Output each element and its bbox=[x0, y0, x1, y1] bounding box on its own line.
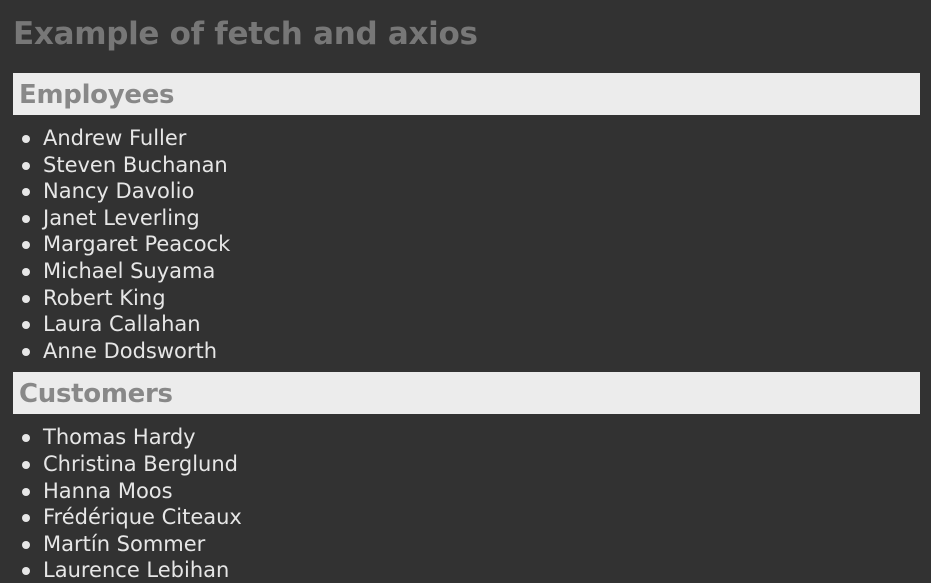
list-item: Laurence Lebihan bbox=[13, 557, 920, 583]
list-item-label: Frédérique Citeaux bbox=[43, 505, 242, 530]
list-item-label: Janet Leverling bbox=[43, 205, 200, 230]
list-item: Martín Sommer bbox=[13, 531, 920, 558]
bullet-icon bbox=[22, 188, 30, 197]
list-item-label: Andrew Fuller bbox=[43, 126, 187, 150]
list-item: Christina Berglund bbox=[13, 451, 920, 478]
bullet-icon bbox=[22, 161, 30, 170]
list-item: Michael Suyama bbox=[13, 258, 920, 285]
list-item-label: Martín Sommer bbox=[43, 531, 206, 556]
list-item: Anne Dodsworth bbox=[13, 338, 920, 365]
list-item-label: Thomas Hardy bbox=[43, 425, 196, 450]
list-item-label: Christina Berglund bbox=[43, 451, 239, 476]
list-item-label: Steven Buchanan bbox=[43, 152, 228, 177]
employees-list: Andrew Fuller Steven Buchanan Nancy Davoli… bbox=[13, 115, 920, 364]
list-item-label: Laurence Lebihan bbox=[43, 558, 230, 583]
bullet-icon bbox=[22, 460, 30, 469]
employees-heading: Employees bbox=[13, 73, 920, 115]
list-item: Hanna Moos bbox=[13, 478, 920, 505]
list-item-label: Laura Callahan bbox=[43, 312, 201, 337]
page-title: Example of fetch and axios bbox=[13, 16, 478, 52]
bullet-icon bbox=[22, 487, 30, 496]
bullet-icon bbox=[22, 321, 30, 330]
list-item: Thomas Hardy bbox=[13, 424, 920, 451]
list-item: Margaret Peacock bbox=[13, 231, 920, 258]
list-item: Steven Buchanan bbox=[13, 152, 920, 179]
list-item: Nancy Davolio bbox=[13, 178, 920, 205]
list-item-label: Michael Suyama bbox=[43, 258, 216, 283]
bullet-icon bbox=[22, 347, 30, 356]
bullet-icon bbox=[22, 135, 30, 143]
list-item: Frédérique Citeaux bbox=[13, 504, 920, 531]
bullet-icon bbox=[22, 267, 30, 276]
customers-heading: Customers bbox=[13, 372, 920, 415]
page: Example of fetch and axios Employees And… bbox=[0, 0, 931, 583]
list-item-label: Anne Dodsworth bbox=[43, 338, 218, 363]
list-item-label: Nancy Davolio bbox=[43, 179, 195, 204]
list-item: Andrew Fuller bbox=[13, 125, 920, 152]
list-item-label: Hanna Moos bbox=[43, 478, 173, 503]
customers-list: Thomas Hardy Christina Berglund Hanna Moos… bbox=[13, 414, 920, 583]
bullet-icon bbox=[22, 540, 30, 549]
bullet-icon bbox=[22, 514, 30, 523]
bullet-icon bbox=[22, 567, 30, 576]
list-item: Robert King bbox=[13, 285, 920, 312]
customers-section: Customers Thomas Hardy Christina Berglund… bbox=[13, 372, 920, 583]
list-item: Janet Leverling bbox=[13, 205, 920, 232]
bullet-icon bbox=[22, 241, 30, 250]
bullet-icon bbox=[22, 294, 30, 303]
employees-section: Employees Andrew Fuller Steven Buchanan Na… bbox=[13, 73, 920, 364]
bullet-icon bbox=[22, 214, 30, 223]
bullet-icon bbox=[22, 434, 30, 443]
list-item-label: Margaret Peacock bbox=[43, 232, 231, 257]
list-item: Laura Callahan bbox=[13, 311, 920, 338]
list-item-label: Robert King bbox=[43, 285, 166, 310]
